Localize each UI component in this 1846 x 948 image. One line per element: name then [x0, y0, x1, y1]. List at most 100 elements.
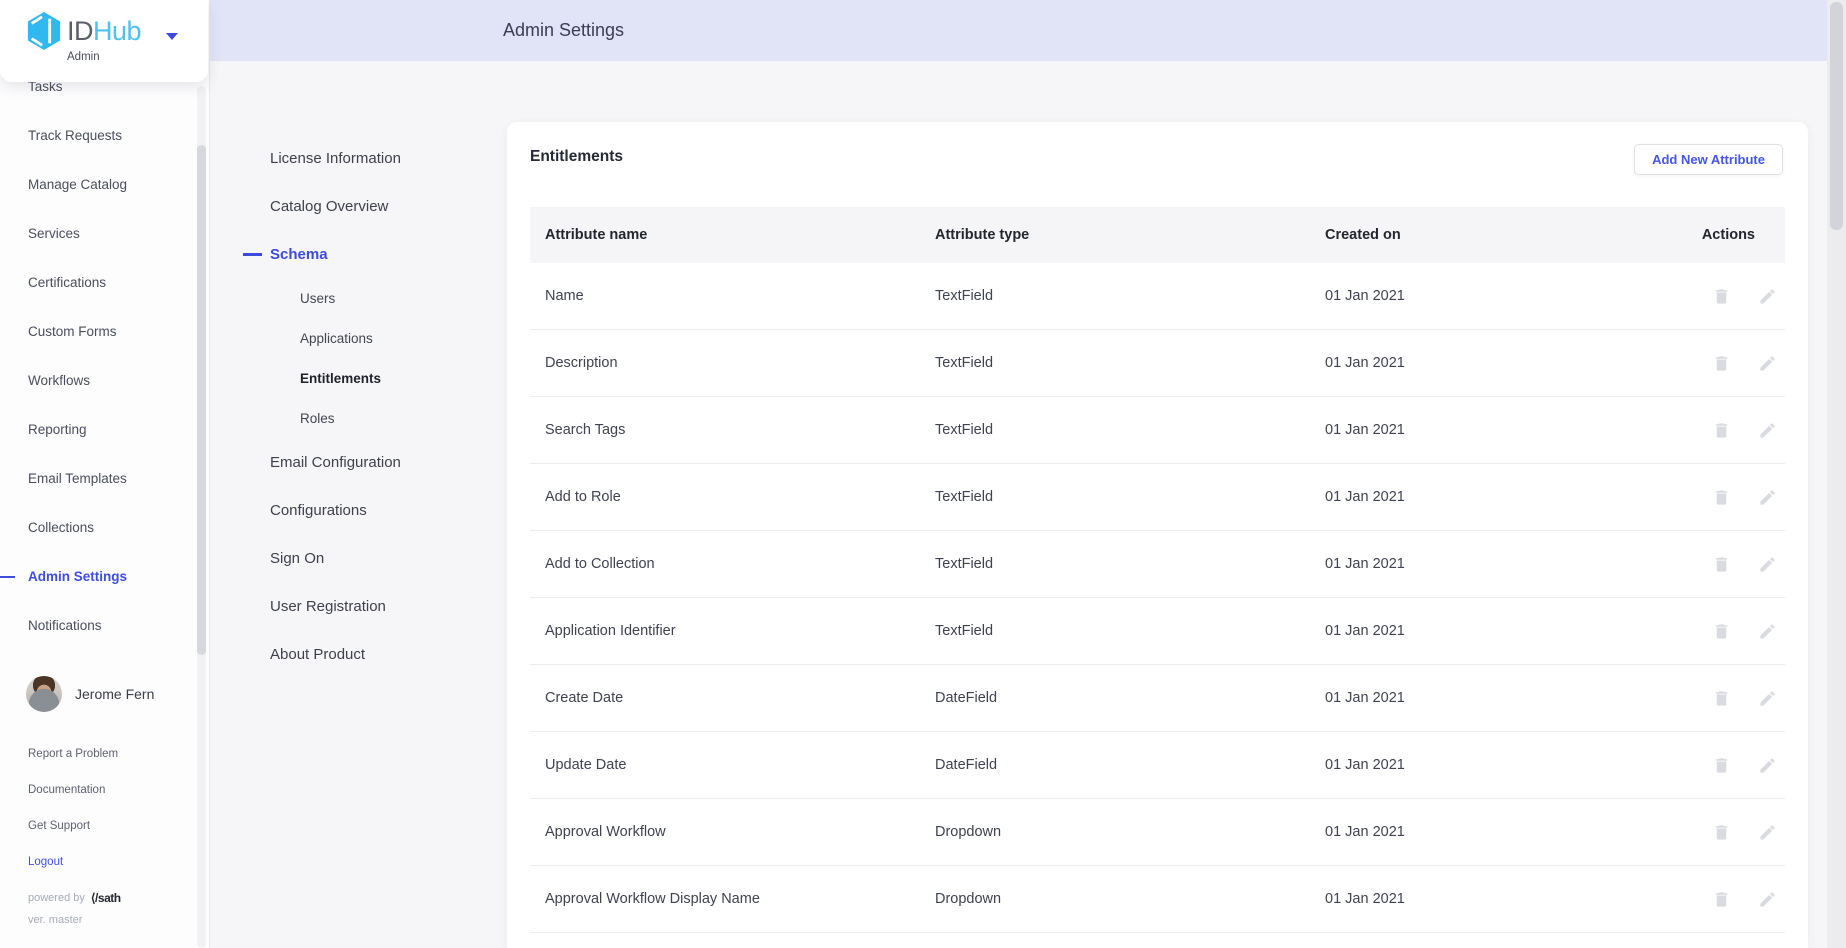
cell-actions — [1655, 622, 1785, 641]
pencil-icon[interactable] — [1758, 354, 1777, 373]
cell-attribute-type: TextField — [935, 556, 1325, 572]
logo-card: IDHub Admin — [0, 0, 208, 82]
avatar[interactable] — [26, 676, 62, 712]
sidebar-item-track-requests[interactable]: Track Requests — [0, 111, 209, 160]
settings-nav: License InformationCatalog OverviewSchem… — [210, 134, 507, 678]
settings-nav-item-sign-on[interactable]: Sign On — [210, 534, 507, 582]
trash-icon[interactable] — [1712, 823, 1731, 842]
table-row: Add to Collection TextField 01 Jan 2021 — [530, 531, 1785, 598]
footer-link-documentation[interactable]: Documentation — [28, 772, 118, 808]
pencil-icon[interactable] — [1758, 890, 1777, 909]
table-header: Attribute name Attribute type Created on… — [530, 207, 1785, 263]
sidebar-item-workflows[interactable]: Workflows — [0, 356, 209, 405]
footer-link-logout[interactable]: Logout — [28, 844, 118, 880]
cell-created-on: 01 Jan 2021 — [1325, 489, 1655, 505]
sidebar-item-notifications[interactable]: Notifications — [0, 601, 209, 650]
cell-created-on: 01 Jan 2021 — [1325, 623, 1655, 639]
settings-nav-item-about-product[interactable]: About Product — [210, 630, 507, 678]
settings-nav-sub-applications[interactable]: Applications — [210, 318, 507, 358]
table-body: Name TextField 01 Jan 2021 Description T… — [530, 263, 1785, 933]
cell-attribute-type: TextField — [935, 489, 1325, 505]
sath-logo-glyph: ⟨/ — [91, 891, 98, 905]
sidebar-item-collections[interactable]: Collections — [0, 503, 209, 552]
cell-attribute-name: Create Date — [545, 690, 935, 706]
column-header-attribute-type: Attribute type — [935, 227, 1325, 243]
sidebar-item-admin-settings[interactable]: Admin Settings — [0, 552, 209, 601]
footer-link-report-a-problem[interactable]: Report a Problem — [28, 736, 118, 772]
user-name: Jerome Fern — [75, 686, 154, 702]
pencil-icon[interactable] — [1758, 756, 1777, 775]
trash-icon[interactable] — [1712, 354, 1731, 373]
pencil-icon[interactable] — [1758, 421, 1777, 440]
trash-icon[interactable] — [1712, 421, 1731, 440]
brand-name: IDHub — [67, 16, 141, 47]
trash-icon[interactable] — [1712, 756, 1731, 775]
cell-actions — [1655, 421, 1785, 440]
settings-nav-sub-entitlements[interactable]: Entitlements — [210, 358, 507, 398]
table-row: Create Date DateField 01 Jan 2021 — [530, 665, 1785, 732]
powered-by-label: powered by — [28, 892, 85, 904]
pencil-icon[interactable] — [1758, 823, 1777, 842]
topbar: Admin Settings — [210, 0, 1827, 61]
settings-nav-item-email-configuration[interactable]: Email Configuration — [210, 438, 507, 486]
chevron-down-icon[interactable] — [166, 33, 178, 40]
footer-link-get-support[interactable]: Get Support — [28, 808, 118, 844]
table-row: Add to Role TextField 01 Jan 2021 — [530, 464, 1785, 531]
cell-created-on: 01 Jan 2021 — [1325, 891, 1655, 907]
hexagon-logo-icon — [26, 11, 62, 51]
sidebar-footer-links: Report a ProblemDocumentationGet Support… — [28, 736, 118, 880]
sidebar-item-services[interactable]: Services — [0, 209, 209, 258]
cell-attribute-name: Update Date — [545, 757, 935, 773]
pencil-icon[interactable] — [1758, 488, 1777, 507]
table-row: Approval Workflow Display Name Dropdown … — [530, 866, 1785, 933]
sidebar-item-email-templates[interactable]: Email Templates — [0, 454, 209, 503]
settings-nav-item-user-registration[interactable]: User Registration — [210, 582, 507, 630]
pencil-icon[interactable] — [1758, 622, 1777, 641]
settings-nav-item-configurations[interactable]: Configurations — [210, 486, 507, 534]
trash-icon[interactable] — [1712, 287, 1731, 306]
settings-nav-item-schema[interactable]: Schema — [210, 230, 507, 278]
cell-created-on: 01 Jan 2021 — [1325, 824, 1655, 840]
cell-actions — [1655, 689, 1785, 708]
sidebar-scrollbar-thumb[interactable] — [197, 145, 206, 655]
cell-created-on: 01 Jan 2021 — [1325, 422, 1655, 438]
table-row: Description TextField 01 Jan 2021 — [530, 330, 1785, 397]
settings-nav-sub-users[interactable]: Users — [210, 278, 507, 318]
table-row: Update Date DateField 01 Jan 2021 — [530, 732, 1785, 799]
cell-attribute-name: Approval Workflow Display Name — [545, 891, 935, 907]
cell-created-on: 01 Jan 2021 — [1325, 288, 1655, 304]
trash-icon[interactable] — [1712, 622, 1731, 641]
cell-attribute-name: Approval Workflow — [545, 824, 935, 840]
table-row: Approval Workflow Dropdown 01 Jan 2021 — [530, 799, 1785, 866]
sath-logo: ⟨/sath — [91, 891, 121, 905]
cell-attribute-name: Add to Role — [545, 489, 935, 505]
cell-created-on: 01 Jan 2021 — [1325, 690, 1655, 706]
cell-actions — [1655, 823, 1785, 842]
settings-nav-item-license-information[interactable]: License Information — [210, 134, 507, 182]
trash-icon[interactable] — [1712, 555, 1731, 574]
cell-attribute-type: TextField — [935, 355, 1325, 371]
card-title: Entitlements — [530, 148, 623, 166]
cell-attribute-name: Description — [545, 355, 935, 371]
cell-actions — [1655, 287, 1785, 306]
settings-nav-sub-roles[interactable]: Roles — [210, 398, 507, 438]
page-scrollbar-thumb[interactable] — [1830, 2, 1843, 230]
trash-icon[interactable] — [1712, 488, 1731, 507]
page-title: Admin Settings — [503, 0, 624, 61]
settings-nav-item-catalog-overview[interactable]: Catalog Overview — [210, 182, 507, 230]
pencil-icon[interactable] — [1758, 689, 1777, 708]
version-label: ver. master — [28, 914, 82, 926]
trash-icon[interactable] — [1712, 890, 1731, 909]
sidebar-item-certifications[interactable]: Certifications — [0, 258, 209, 307]
sidebar-item-reporting[interactable]: Reporting — [0, 405, 209, 454]
cell-attribute-type: TextField — [935, 422, 1325, 438]
add-new-attribute-button[interactable]: Add New Attribute — [1634, 144, 1783, 175]
trash-icon[interactable] — [1712, 689, 1731, 708]
cell-attribute-type: DateField — [935, 757, 1325, 773]
user-profile[interactable]: Jerome Fern — [26, 676, 154, 712]
sidebar-item-custom-forms[interactable]: Custom Forms — [0, 307, 209, 356]
cell-attribute-type: Dropdown — [935, 891, 1325, 907]
pencil-icon[interactable] — [1758, 287, 1777, 306]
pencil-icon[interactable] — [1758, 555, 1777, 574]
sidebar-item-manage-catalog[interactable]: Manage Catalog — [0, 160, 209, 209]
